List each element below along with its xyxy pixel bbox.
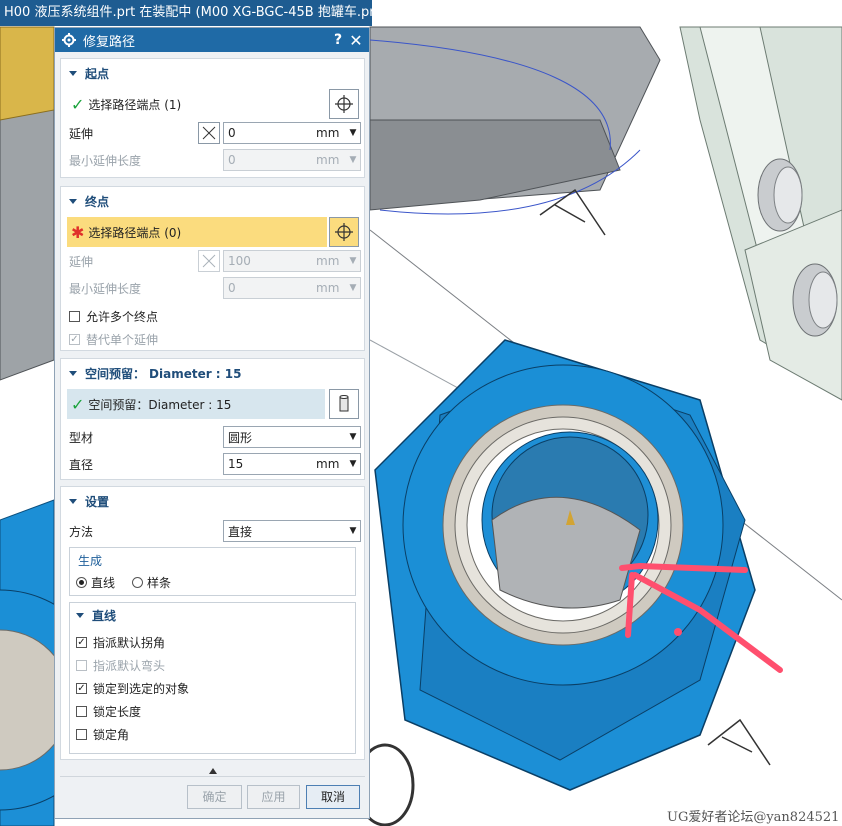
end-point-header[interactable]: 终点 (69, 193, 109, 210)
space-reserve-info[interactable]: ✓ 空间预留：Diameter : 15 (67, 389, 325, 419)
end-extend-row: 延伸 (69, 254, 94, 269)
checkbox-checked-icon[interactable]: ✓ (76, 682, 87, 694)
window-title: H00 液压系统组件.prt 在装配中 (M00 XG-BGC-45B 抱罐车.… (0, 0, 372, 26)
space-reserve-section: 空间预留： Diameter : 15 ✓ 空间预留：Diameter : 15 … (60, 358, 365, 480)
end-select-label: 选择路径端点 (0) (88, 225, 182, 240)
line-header[interactable]: 直线 (76, 607, 116, 624)
end-point-section: 终点 ✱ 选择路径端点 (0) 延伸 100 mm ▼ 最小延伸长度 0 mm … (60, 186, 365, 351)
start-extend-input[interactable]: 0 mm ▼ (223, 122, 361, 144)
assign-default-corner[interactable]: ✓ 指派默认拐角 (76, 631, 165, 653)
dropdown-arrow-icon[interactable]: ▼ (346, 526, 360, 536)
dropdown-arrow-icon: ▼ (349, 283, 357, 293)
repair-path-dialog: 修复路径 ? ✕ 起点 ✓ 选择路径端点 (1) 延伸 0 mm ▼ 最小延伸长… (54, 27, 370, 819)
lock-length[interactable]: 锁定长度 (76, 700, 141, 722)
method-select[interactable]: 直接 ▼ (223, 520, 361, 542)
checkbox-checked-icon[interactable]: ✓ (76, 636, 87, 648)
start-min-extend-row: 最小延伸长度 (69, 153, 142, 168)
checkmark-icon: ✓ (71, 94, 85, 114)
alt-single-extend: ✓ 替代单个延伸 (69, 332, 159, 347)
diameter-input[interactable]: 15 mm ▼ (223, 453, 361, 475)
space-reserve-info-label: 空间预留：Diameter : 15 (88, 397, 232, 412)
help-button[interactable]: ? (329, 32, 347, 48)
profile-select[interactable]: 圆形 ▼ (223, 426, 361, 448)
dialog-header[interactable]: 修复路径 ? ✕ (55, 28, 369, 52)
dropdown-arrow-icon: ▼ (349, 155, 357, 165)
allow-multiple-endpoints[interactable]: 允许多个终点 (69, 305, 158, 327)
collapse-triangle-icon (69, 499, 77, 504)
close-button[interactable]: ✕ (347, 31, 365, 50)
end-extend-input: 100 mm ▼ (223, 250, 361, 272)
radio-selected-icon[interactable] (76, 576, 87, 588)
assign-default-bend: 指派默认弯头 (76, 654, 165, 676)
crosshair-icon (335, 223, 353, 241)
diameter-row: 直径 (69, 457, 94, 472)
checkmark-icon: ✓ (71, 394, 85, 414)
start-point-header[interactable]: 起点 (69, 65, 109, 82)
cylinder-button[interactable] (329, 389, 359, 419)
dialog-title: 修复路径 (83, 34, 136, 50)
start-extend-toggle-icon[interactable] (198, 122, 220, 144)
settings-header[interactable]: 设置 (69, 493, 109, 510)
lock-angle[interactable]: 锁定角 (76, 723, 129, 745)
checkbox-icon[interactable] (69, 310, 80, 322)
start-select-endpoint[interactable]: ✓ 选择路径端点 (1) (67, 89, 327, 119)
footer-divider (60, 776, 365, 777)
cancel-button[interactable]: 取消 (306, 785, 360, 809)
dropdown-arrow-icon[interactable]: ▼ (346, 459, 360, 469)
radio-icon[interactable] (132, 576, 143, 588)
space-reserve-header[interactable]: 空间预留： Diameter : 15 (69, 365, 241, 382)
line-group: 直线 ✓ 指派默认拐角 指派默认弯头 ✓ 锁定到选定的对象 锁定长度 锁定角 (69, 602, 356, 754)
collapse-triangle-icon (69, 199, 77, 204)
ok-button[interactable]: 确定 (187, 785, 242, 809)
checkbox-icon[interactable] (76, 705, 87, 717)
generate-group: 生成 直线 样条 (69, 547, 356, 596)
checkbox-icon[interactable] (76, 728, 87, 740)
collapse-triangle-icon (69, 371, 77, 376)
start-point-section: 起点 ✓ 选择路径端点 (1) 延伸 0 mm ▼ 最小延伸长度 0 mm ▼ (60, 58, 365, 178)
watermark: UG爱好者论坛@yan824521 (667, 810, 840, 825)
generate-option-line[interactable]: 直线 (76, 571, 115, 593)
lock-to-selected[interactable]: ✓ 锁定到选定的对象 (76, 677, 189, 699)
generate-title: 生成 (78, 554, 103, 568)
start-extend-row: 延伸 (69, 126, 94, 141)
end-select-endpoint[interactable]: ✱ 选择路径端点 (0) (67, 217, 327, 247)
crosshair-icon (335, 95, 353, 113)
method-row: 方法 (69, 524, 94, 539)
required-asterisk-icon: ✱ (71, 222, 85, 242)
profile-row: 型材 (69, 430, 94, 445)
collapse-triangle-icon (69, 71, 77, 76)
apply-button[interactable]: 应用 (247, 785, 300, 809)
checkbox-checked-icon: ✓ (69, 333, 80, 345)
settings-section: 设置 方法 直接 ▼ 生成 直线 样条 直线 ✓ 指派默认拐角 指派默认弯头 ✓… (60, 486, 365, 760)
gear-icon[interactable] (61, 32, 77, 48)
start-min-extend-input: 0 mm ▼ (223, 149, 361, 171)
dropdown-arrow-icon[interactable]: ▼ (346, 128, 360, 138)
end-min-extend-input: 0 mm ▼ (223, 277, 361, 299)
start-crosshair-button[interactable] (329, 89, 359, 119)
start-select-label: 选择路径端点 (1) (88, 97, 182, 112)
dropdown-arrow-icon[interactable]: ▼ (346, 432, 360, 442)
generate-option-spline[interactable]: 样条 (132, 571, 171, 593)
end-crosshair-button[interactable] (329, 217, 359, 247)
end-min-extend-row: 最小延伸长度 (69, 281, 142, 296)
end-extend-toggle-icon (198, 250, 220, 272)
dropdown-arrow-icon: ▼ (349, 256, 357, 266)
collapse-triangle-icon (76, 613, 84, 618)
collapse-up-icon[interactable] (208, 764, 218, 774)
cylinder-icon (339, 395, 349, 412)
checkbox-icon (76, 659, 87, 671)
